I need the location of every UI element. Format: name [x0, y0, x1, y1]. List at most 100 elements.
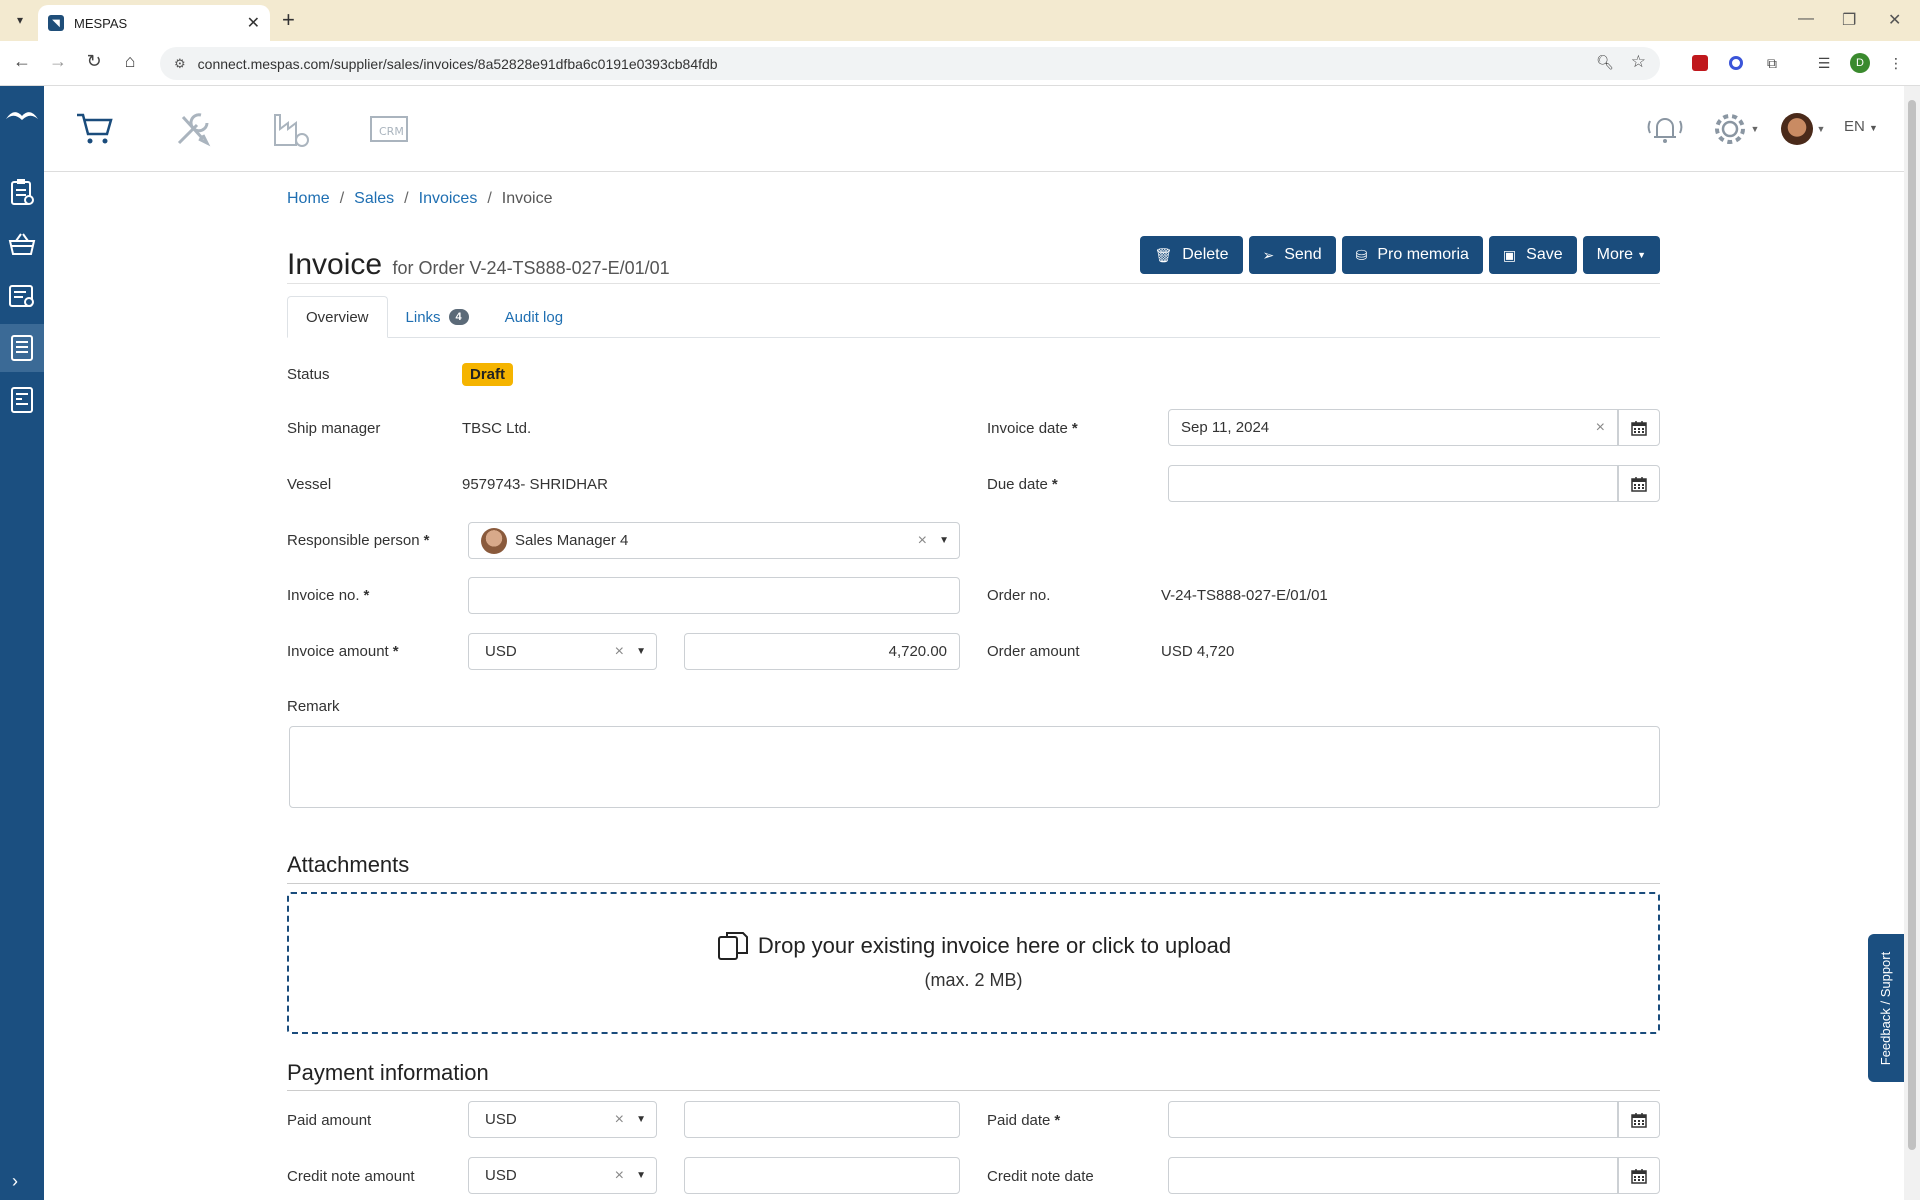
browser-menu-icon[interactable]: ⋮ [1886, 53, 1906, 73]
back-icon[interactable]: ← [10, 51, 34, 72]
notifications-bell-icon[interactable] [1644, 108, 1686, 150]
tab-audit-log[interactable]: Audit log [487, 296, 581, 338]
dropzone-text: Drop your existing invoice here or click… [757, 933, 1232, 958]
module-production[interactable] [270, 108, 312, 150]
pdf-extension-icon[interactable] [1690, 53, 1710, 73]
paid-date-input[interactable] [1168, 1101, 1618, 1138]
chevron-down-icon[interactable]: ▼ [636, 1170, 646, 1181]
credit-note-date-calendar-button[interactable] [1618, 1157, 1660, 1194]
order-amount-label: Order amount [987, 643, 1080, 660]
sidebar-item-invoices[interactable] [0, 324, 44, 372]
language-selector[interactable]: EN ▼ [1844, 118, 1878, 135]
chevron-down-icon[interactable]: ▼ [636, 646, 646, 657]
bookmark-star-icon[interactable]: ☆ [1631, 52, 1646, 72]
due-date-label: Due date * [987, 476, 1058, 493]
home-icon[interactable]: ⌂ [118, 51, 142, 72]
due-date-calendar-button[interactable] [1618, 465, 1660, 502]
forward-icon[interactable]: → [46, 51, 70, 72]
tab-close-icon[interactable]: ✕ [247, 13, 260, 33]
more-dropdown-button[interactable]: More ▼ [1582, 236, 1660, 274]
attachments-divider [287, 883, 1660, 884]
pro-memoria-button[interactable]: ⛁ Pro memoria [1341, 236, 1483, 274]
sidebar-item-reports[interactable] [0, 376, 44, 424]
user-caret-icon: ▼ [1816, 124, 1826, 134]
restore-icon[interactable]: ❐ [1842, 10, 1856, 30]
profile-avatar[interactable]: D [1850, 53, 1870, 73]
paid-currency-select[interactable]: USD × ▼ [468, 1101, 657, 1138]
reload-icon[interactable]: ↻ [82, 51, 106, 72]
tab-links[interactable]: Links 4 [388, 296, 487, 338]
invoice-date-calendar-button[interactable] [1618, 409, 1660, 446]
paid-date-calendar-button[interactable] [1618, 1101, 1660, 1138]
breadcrumb-sales[interactable]: Sales [354, 190, 394, 208]
invoice-tabs: Overview Links 4 Audit log [287, 296, 1660, 338]
currency-clear-icon[interactable]: × [615, 1167, 624, 1185]
responsible-person-select[interactable]: Sales Manager 4 × ▼ [468, 522, 960, 559]
due-date-input[interactable] [1168, 465, 1618, 502]
extensions-puzzle-icon[interactable]: ⧉ [1762, 53, 1782, 73]
credit-currency-select[interactable]: USD × ▼ [468, 1157, 657, 1194]
breadcrumb-invoices[interactable]: Invoices [419, 190, 478, 208]
attachment-dropzone[interactable]: Drop your existing invoice here or click… [287, 892, 1660, 1034]
basket-icon [8, 233, 36, 255]
sidebar-item-requisitions[interactable] [0, 168, 44, 216]
url-field[interactable]: ⚙ connect.mespas.com/supplier/sales/invo… [160, 47, 1660, 80]
feedback-support-tab[interactable]: Feedback / Support [1868, 934, 1904, 1082]
svg-text:CRM: CRM [379, 125, 404, 138]
invoice-no-input[interactable] [468, 577, 960, 614]
module-crm[interactable]: CRM [368, 108, 410, 150]
page-scrollbar[interactable] [1904, 86, 1920, 1200]
crm-icon: CRM [370, 116, 408, 142]
site-info-icon[interactable]: ⚙ [174, 56, 186, 72]
breadcrumb-separator: / [339, 190, 345, 207]
sidebar-expand-icon[interactable]: › [12, 1171, 18, 1192]
new-tab-icon[interactable]: + [282, 8, 295, 32]
action-toolbar: 🗑︎ Delete ➢ Send ⛁ Pro memoria ▣ Save More ▼ [1140, 236, 1660, 274]
calendar-icon [1631, 476, 1647, 492]
credit-note-amount-input[interactable] [684, 1157, 960, 1194]
invoice-date-clear-icon[interactable]: × [1596, 419, 1605, 437]
scrollbar-thumb[interactable] [1908, 100, 1916, 1150]
remark-textarea[interactable] [289, 726, 1660, 808]
chevron-down-icon[interactable]: ▼ [636, 1114, 646, 1125]
left-sidebar: › [0, 86, 44, 1200]
tab-list-chevron-icon[interactable]: ▾ [6, 8, 34, 32]
invoice-date-input[interactable]: Sep 11, 2024 × [1168, 409, 1618, 446]
window-close-icon[interactable]: ✕ [1888, 10, 1901, 30]
invoice-currency-select[interactable]: USD × ▼ [468, 633, 657, 670]
remark-label: Remark [287, 698, 340, 715]
user-avatar[interactable]: ▼ [1778, 108, 1828, 150]
reading-list-icon[interactable]: ☰ [1814, 53, 1834, 73]
order-amount-value: USD 4,720 [1161, 643, 1235, 660]
zoom-icon[interactable]: 🔍︎ [1596, 54, 1614, 71]
save-button[interactable]: ▣ Save [1488, 236, 1577, 274]
credit-note-date-input[interactable] [1168, 1157, 1618, 1194]
invoice-amount-label: Invoice amount * [287, 643, 399, 660]
responsible-person-clear-icon[interactable]: × [918, 532, 927, 550]
chevron-down-icon[interactable]: ▼ [939, 535, 949, 546]
delete-button[interactable]: 🗑︎ Delete [1140, 236, 1243, 274]
cart-icon [77, 113, 113, 144]
copy-files-icon [717, 932, 748, 960]
mespas-logo-icon[interactable] [4, 106, 40, 126]
settings-gear-icon[interactable]: ▼ [1710, 108, 1760, 150]
sidebar-item-baskets[interactable] [0, 220, 44, 268]
module-purchasing[interactable] [74, 108, 116, 150]
paid-currency-value: USD [485, 1111, 517, 1128]
paid-amount-input[interactable] [684, 1101, 960, 1138]
invoice-date-label: Invoice date * [987, 420, 1078, 437]
browser-tab[interactable]: ◥ MESPAS ✕ [38, 5, 270, 41]
order-no-label: Order no. [987, 587, 1051, 604]
currency-clear-icon[interactable]: × [615, 1111, 624, 1129]
breadcrumb-home[interactable]: Home [287, 190, 330, 208]
sidebar-item-quotes[interactable] [0, 272, 44, 320]
module-maintenance[interactable] [172, 108, 214, 150]
extension-circle-icon[interactable] [1726, 53, 1746, 73]
page-subtitle: for Order V-24-TS888-027-E/01/01 [392, 258, 670, 278]
currency-clear-icon[interactable]: × [615, 643, 624, 661]
clipboard-icon [11, 179, 34, 205]
tab-overview[interactable]: Overview [287, 296, 388, 338]
minimize-icon[interactable]: — [1798, 10, 1814, 28]
send-button[interactable]: ➢ Send [1248, 236, 1336, 274]
invoice-amount-input[interactable]: 4,720.00 [684, 633, 960, 670]
